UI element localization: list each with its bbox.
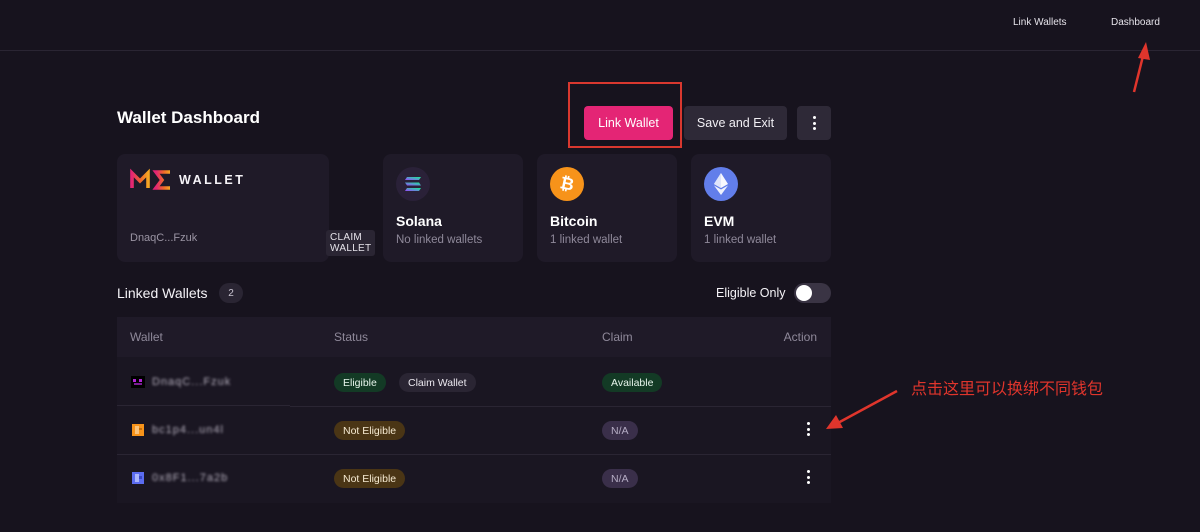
annotation-arrow-icon xyxy=(826,42,1150,429)
